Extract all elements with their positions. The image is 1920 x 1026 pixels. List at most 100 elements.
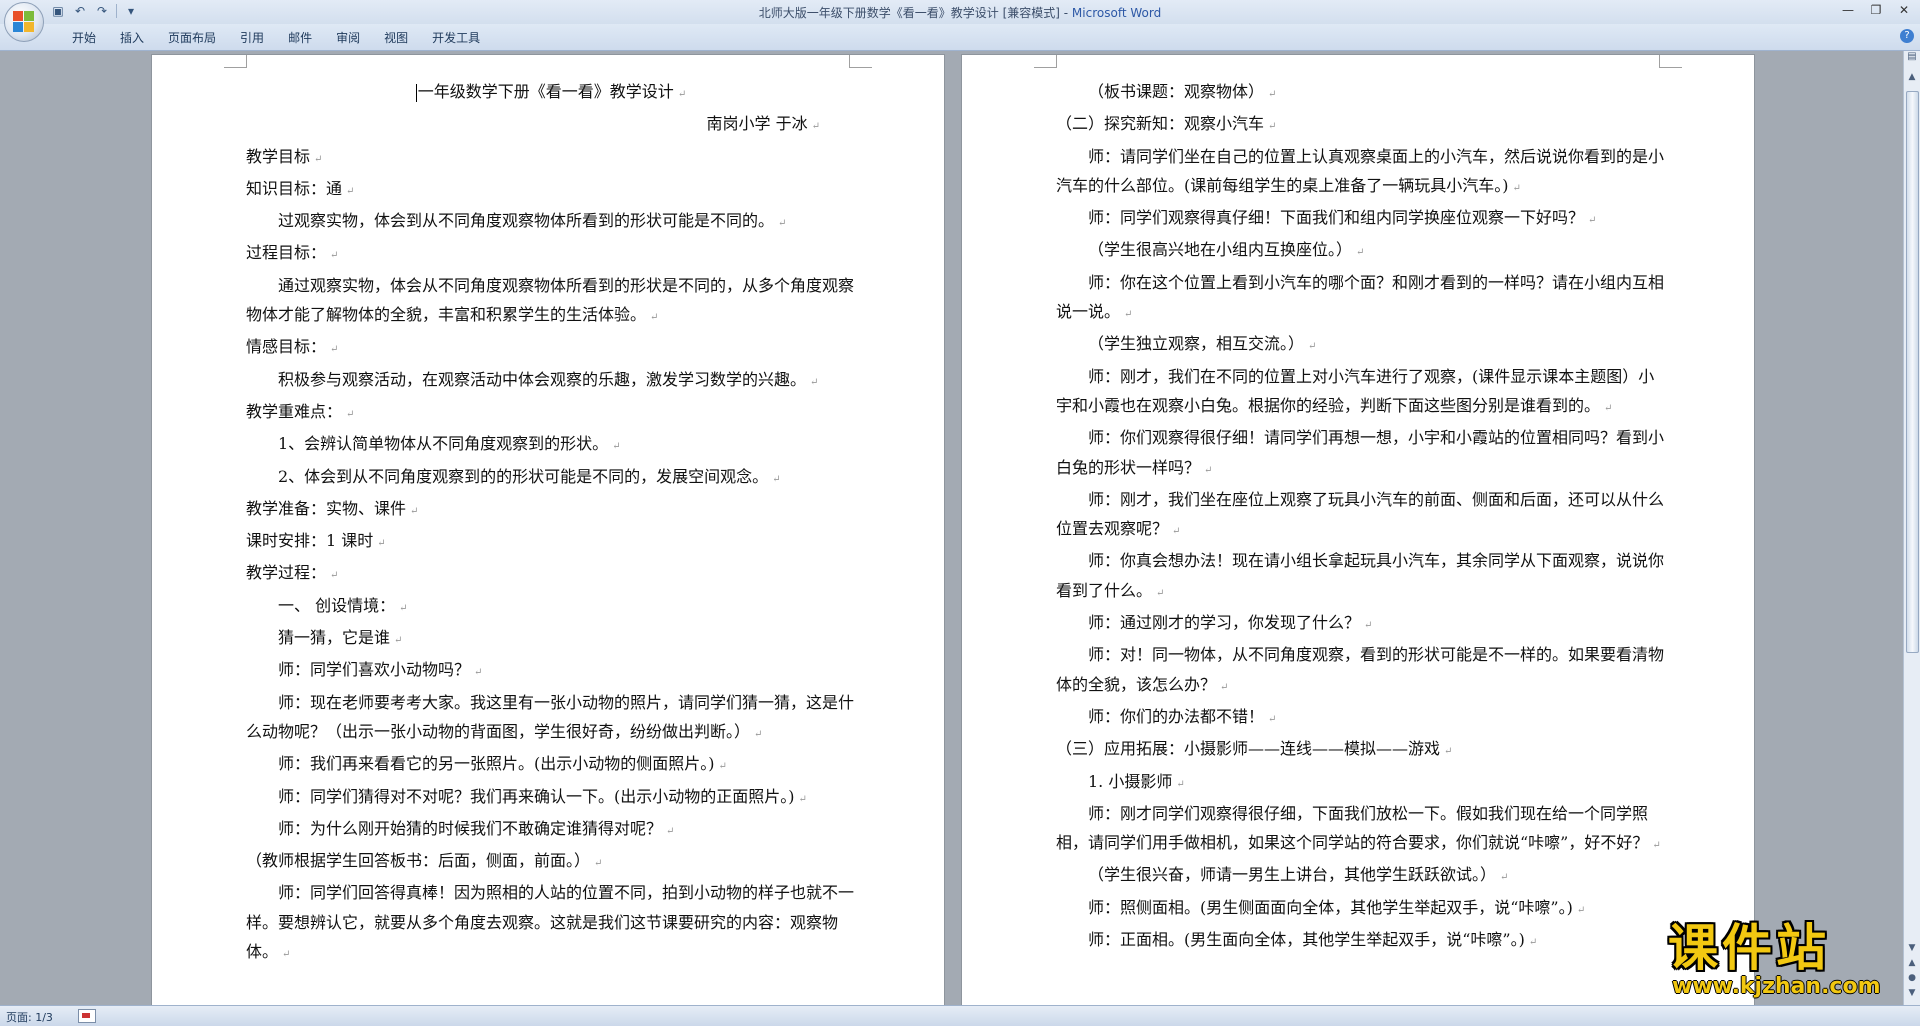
paragraph[interactable]: 课时安排：1 课时 ↵ xyxy=(246,526,856,558)
paragraph[interactable]: 积极参与观察活动，在观察活动中体会观察的乐趣，激发学习数学的兴趣。 ↵ xyxy=(246,365,856,397)
tab-page-layout[interactable]: 页面布局 xyxy=(156,29,228,47)
paragraph-text: 师：你们观察得很仔细！请同学们再想一想，小宇和小霞站的位置相同吗？看到小白兔的形… xyxy=(1056,428,1665,477)
paragraph-mark-icon: ↵ xyxy=(346,408,355,420)
paragraph[interactable]: 猜一猜，它是谁 ↵ xyxy=(246,623,856,655)
paragraph-text: 通过观察实物，体会从不同角度观察物体所看到的形状是不同的，从多个角度观察物体才能… xyxy=(246,275,855,325)
margin-corner-mark xyxy=(1659,55,1682,68)
paragraph-text: （学生独立观察，相互交流。） xyxy=(1088,334,1305,354)
tab-references[interactable]: 引用 xyxy=(228,29,276,47)
paragraph-mark-icon: ↵ xyxy=(1444,746,1453,758)
paragraph[interactable]: （学生很高兴地在小组内互换座位。） ↵ xyxy=(1056,235,1666,267)
paragraph[interactable]: （二）探究新知：观察小汽车 ↵ xyxy=(1056,109,1666,141)
paragraph-mark-icon: ↵ xyxy=(754,728,763,740)
paragraph[interactable]: 教学目标 ↵ xyxy=(246,142,856,174)
office-button[interactable] xyxy=(4,2,44,42)
paragraph-text: （教师根据学生回答板书：后面，侧面，前面。） xyxy=(246,851,591,871)
paragraph-text: 师：你在这个位置上看到小汽车的哪个面？和刚才看到的一样吗？请在小组内互相说一说。 xyxy=(1056,272,1665,322)
paragraph[interactable]: 知识目标：通 ↵ xyxy=(246,174,856,206)
paragraph[interactable]: 南岗小学 于冰 ↵ xyxy=(246,109,856,141)
paragraph[interactable]: 师：同学们猜得对不对呢？我们再来确认一下。(出示小动物的正面照片。) ↵ xyxy=(246,782,856,814)
paragraph-text: 2、体会到从不同角度观察到的的形状可能是不同的，发展空间观念。 xyxy=(278,466,769,486)
paragraph-mark-icon: ↵ xyxy=(1308,341,1317,353)
title-bar: ▣ ↶ ↷ ▾ 北师大版一年级下册数学《看一看》教学设计 [兼容模式] - Mi… xyxy=(0,0,1920,24)
paragraph[interactable]: 师：刚才，我们在不同的位置上对小汽车进行了观察，(课件显示课本主题图）小宇和小霞… xyxy=(1056,362,1666,424)
paragraph-mark-icon: ↵ xyxy=(1512,182,1521,194)
document-page-1[interactable]: 一年级数学下册《看一看》教学设计 ↵ 南岗小学 于冰 ↵ 教学目标 ↵ 知识目标：通 ↵ 过观察… xyxy=(152,55,944,1005)
tab-review[interactable]: 审阅 xyxy=(324,29,372,47)
watermark-url: www.kjzhan.com xyxy=(1672,974,1881,999)
paragraph[interactable]: 师：对！同一物体，从不同角度观察，看到的形状可能是不一样的。如果要看清物体的全貌… xyxy=(1056,640,1666,702)
paragraph-mark-icon: ↵ xyxy=(1156,587,1165,599)
paragraph[interactable]: （板书课题：观察物体） ↵ xyxy=(1056,77,1666,109)
paragraph-text: 教学重难点： xyxy=(246,401,343,421)
paragraph[interactable]: 师：通过刚才的学习，你发现了什么？ ↵ xyxy=(1056,608,1666,640)
paragraph[interactable]: 师：刚才同学们观察得很仔细，下面我们放松一下。假如我们现在给一个同学照相，请同学… xyxy=(1056,799,1666,861)
paragraph[interactable]: （三）应用拓展：小摄影师——连线——模拟——游戏 ↵ xyxy=(1056,734,1666,766)
paragraph[interactable]: 师：你真会想办法！现在请小组长拿起玩具小汽车，其余同学从下面观察，说说你看到了什… xyxy=(1056,546,1666,608)
paragraph[interactable]: 1. 小摄影师 ↵ xyxy=(1056,767,1666,799)
minimize-icon[interactable]: — xyxy=(1836,2,1860,18)
tab-view[interactable]: 视图 xyxy=(372,29,420,47)
help-icon[interactable]: ? xyxy=(1900,29,1914,43)
paragraph[interactable]: 一年级数学下册《看一看》教学设计 ↵ xyxy=(246,77,856,109)
paragraph-text: 师：正面相。(男生面向全体，其他学生举起双手，说“咔嚓”。) xyxy=(1088,930,1525,950)
paragraph[interactable]: 师：现在老师要考考大家。我这里有一张小动物的照片，请同学们猜一猜，这是什么动物呢… xyxy=(246,688,856,750)
paragraph[interactable]: 师：为什么刚开始猜的时候我们不敢确定谁猜得对呢？ ↵ xyxy=(246,814,856,846)
paragraph[interactable]: 教学过程： ↵ xyxy=(246,558,856,590)
paragraph[interactable]: （学生独立观察，相互交流。） ↵ xyxy=(1056,329,1666,361)
paragraph[interactable]: 师：同学们回答得真棒！因为照相的人站的位置不同，拍到小动物的样子也就不一样。要想… xyxy=(246,878,856,969)
paragraph[interactable]: 教学准备：实物、课件 ↵ xyxy=(246,494,856,526)
close-icon[interactable]: ✕ xyxy=(1892,2,1916,18)
paragraph-text: 师：同学们回答得真棒！因为照相的人站的位置不同，拍到小动物的样子也就不一样。要想… xyxy=(246,883,855,962)
page-count[interactable]: 页面: 1/3 xyxy=(6,1009,53,1025)
paragraph[interactable]: 师：我们再来看看它的另一张照片。(出示小动物的侧面照片。) ↵ xyxy=(246,749,856,781)
proofing-icon[interactable] xyxy=(78,1009,96,1023)
paragraph-text: 师：同学们猜得对不对呢？我们再来确认一下。(出示小动物的正面照片。) xyxy=(278,786,795,806)
paragraph[interactable]: 师：你们观察得很仔细！请同学们再想一想，小宇和小霞站的位置相同吗？看到小白兔的形… xyxy=(1056,423,1666,485)
paragraph-mark-icon: ↵ xyxy=(1364,620,1373,632)
paragraph[interactable]: 教学重难点： ↵ xyxy=(246,397,856,429)
paragraph[interactable]: 师：同学们喜欢小动物吗？ ↵ xyxy=(246,655,856,687)
scrollbar-thumb[interactable] xyxy=(1906,91,1919,653)
document-page-2[interactable]: （板书课题：观察物体） ↵ （二）探究新知：观察小汽车 ↵ 师：请同学们坐在自己的位置上… xyxy=(962,55,1754,1005)
paragraph-mark-icon: ↵ xyxy=(330,250,339,262)
paragraph[interactable]: （学生很兴奋，师请一男生上讲台，其他学生跃跃欲试。） ↵ xyxy=(1056,860,1666,892)
paragraph-mark-icon: ↵ xyxy=(1528,937,1538,949)
tab-mailings[interactable]: 邮件 xyxy=(276,29,324,47)
restore-icon[interactable]: ❐ xyxy=(1864,2,1888,18)
paragraph-text: 教学过程： xyxy=(246,563,327,583)
paragraph[interactable]: 师：正面相。(男生面向全体，其他学生举起双手，说“咔嚓”。) ↵ xyxy=(1056,925,1666,957)
paragraph[interactable]: 师：照侧面相。(男生侧面面向全体，其他学生举起双手，说“咔嚓”。) ↵ xyxy=(1056,893,1666,925)
tab-home[interactable]: 开始 xyxy=(60,29,108,47)
paragraph[interactable]: 情感目标： ↵ xyxy=(246,332,856,364)
paragraph[interactable]: 师：刚才，我们坐在座位上观察了玩具小汽车的前面、侧面和后面，还可以从什么位置去观… xyxy=(1056,485,1666,547)
vertical-scrollbar[interactable]: ▤ ▲ ▼ ▲ ● ▼ xyxy=(1903,51,1920,1005)
paragraph[interactable]: 2、体会到从不同角度观察到的的形状可能是不同的，发展空间观念。 ↵ xyxy=(246,462,856,494)
paragraph[interactable]: 师：你们的办法都不错！ ↵ xyxy=(1056,702,1666,734)
paragraph-mark-icon: ↵ xyxy=(810,376,819,388)
paragraph[interactable]: 一、 创设情境： ↵ xyxy=(246,591,856,623)
paragraph-mark-icon: ↵ xyxy=(677,89,687,100)
tab-insert[interactable]: 插入 xyxy=(108,29,156,47)
paragraph[interactable]: 1、会辨认简单物体从不同角度观察到的形状。 ↵ xyxy=(246,429,856,461)
paragraph-text: 师：同学们观察得真仔细！下面我们和组内同学换座位观察一下好吗？ xyxy=(1088,208,1585,228)
paragraph-mark-icon: ↵ xyxy=(1220,681,1229,693)
paragraph[interactable]: （教师根据学生回答板书：后面，侧面，前面。） ↵ xyxy=(246,846,856,878)
paragraph[interactable]: 通过观察实物，体会从不同角度观察物体所看到的形状是不同的，从多个角度观察物体才能… xyxy=(246,271,856,333)
paragraph-mark-icon: ↵ xyxy=(1588,215,1597,227)
paragraph[interactable]: 师：请同学们坐在自己的位置上认真观察桌面上的小汽车，然后说说你看到的是小汽车的什… xyxy=(1056,142,1666,204)
paragraph-text: 猜一猜，它是谁 xyxy=(278,628,391,648)
view-ruler-icon[interactable]: ▤ xyxy=(1904,51,1920,67)
paragraph[interactable]: 师：你在这个位置上看到小汽车的哪个面？和刚才看到的一样吗？请在小组内互相说一说。… xyxy=(1056,268,1666,330)
paragraph[interactable]: 过观察实物，体会到从不同角度观察物体所看到的形状可能是不同的。 ↵ xyxy=(246,206,856,238)
page-2-content[interactable]: （板书课题：观察物体） ↵ （二）探究新知：观察小汽车 ↵ 师：请同学们坐在自己的位置上… xyxy=(1056,77,1666,957)
document-area[interactable]: 一年级数学下册《看一看》教学设计 ↵ 南岗小学 于冰 ↵ 教学目标 ↵ 知识目标：通 ↵ 过观察… xyxy=(0,51,1904,1005)
scroll-up-icon[interactable]: ▲ xyxy=(1904,69,1920,85)
watermark-logo: 课件站 xyxy=(1668,919,1830,977)
paragraph[interactable]: 师：同学们观察得真仔细！下面我们和组内同学换座位观察一下好吗？ ↵ xyxy=(1056,203,1666,235)
page-1-content[interactable]: 一年级数学下册《看一看》教学设计 ↵ 南岗小学 于冰 ↵ 教学目标 ↵ 知识目标：通 ↵ 过观察… xyxy=(246,77,856,969)
paragraph-text: 过程目标： xyxy=(246,243,327,263)
paragraph-text: （学生很高兴地在小组内互换座位。） xyxy=(1088,240,1353,260)
tab-developer[interactable]: 开发工具 xyxy=(420,29,492,47)
paragraph[interactable]: 过程目标： ↵ xyxy=(246,238,856,270)
